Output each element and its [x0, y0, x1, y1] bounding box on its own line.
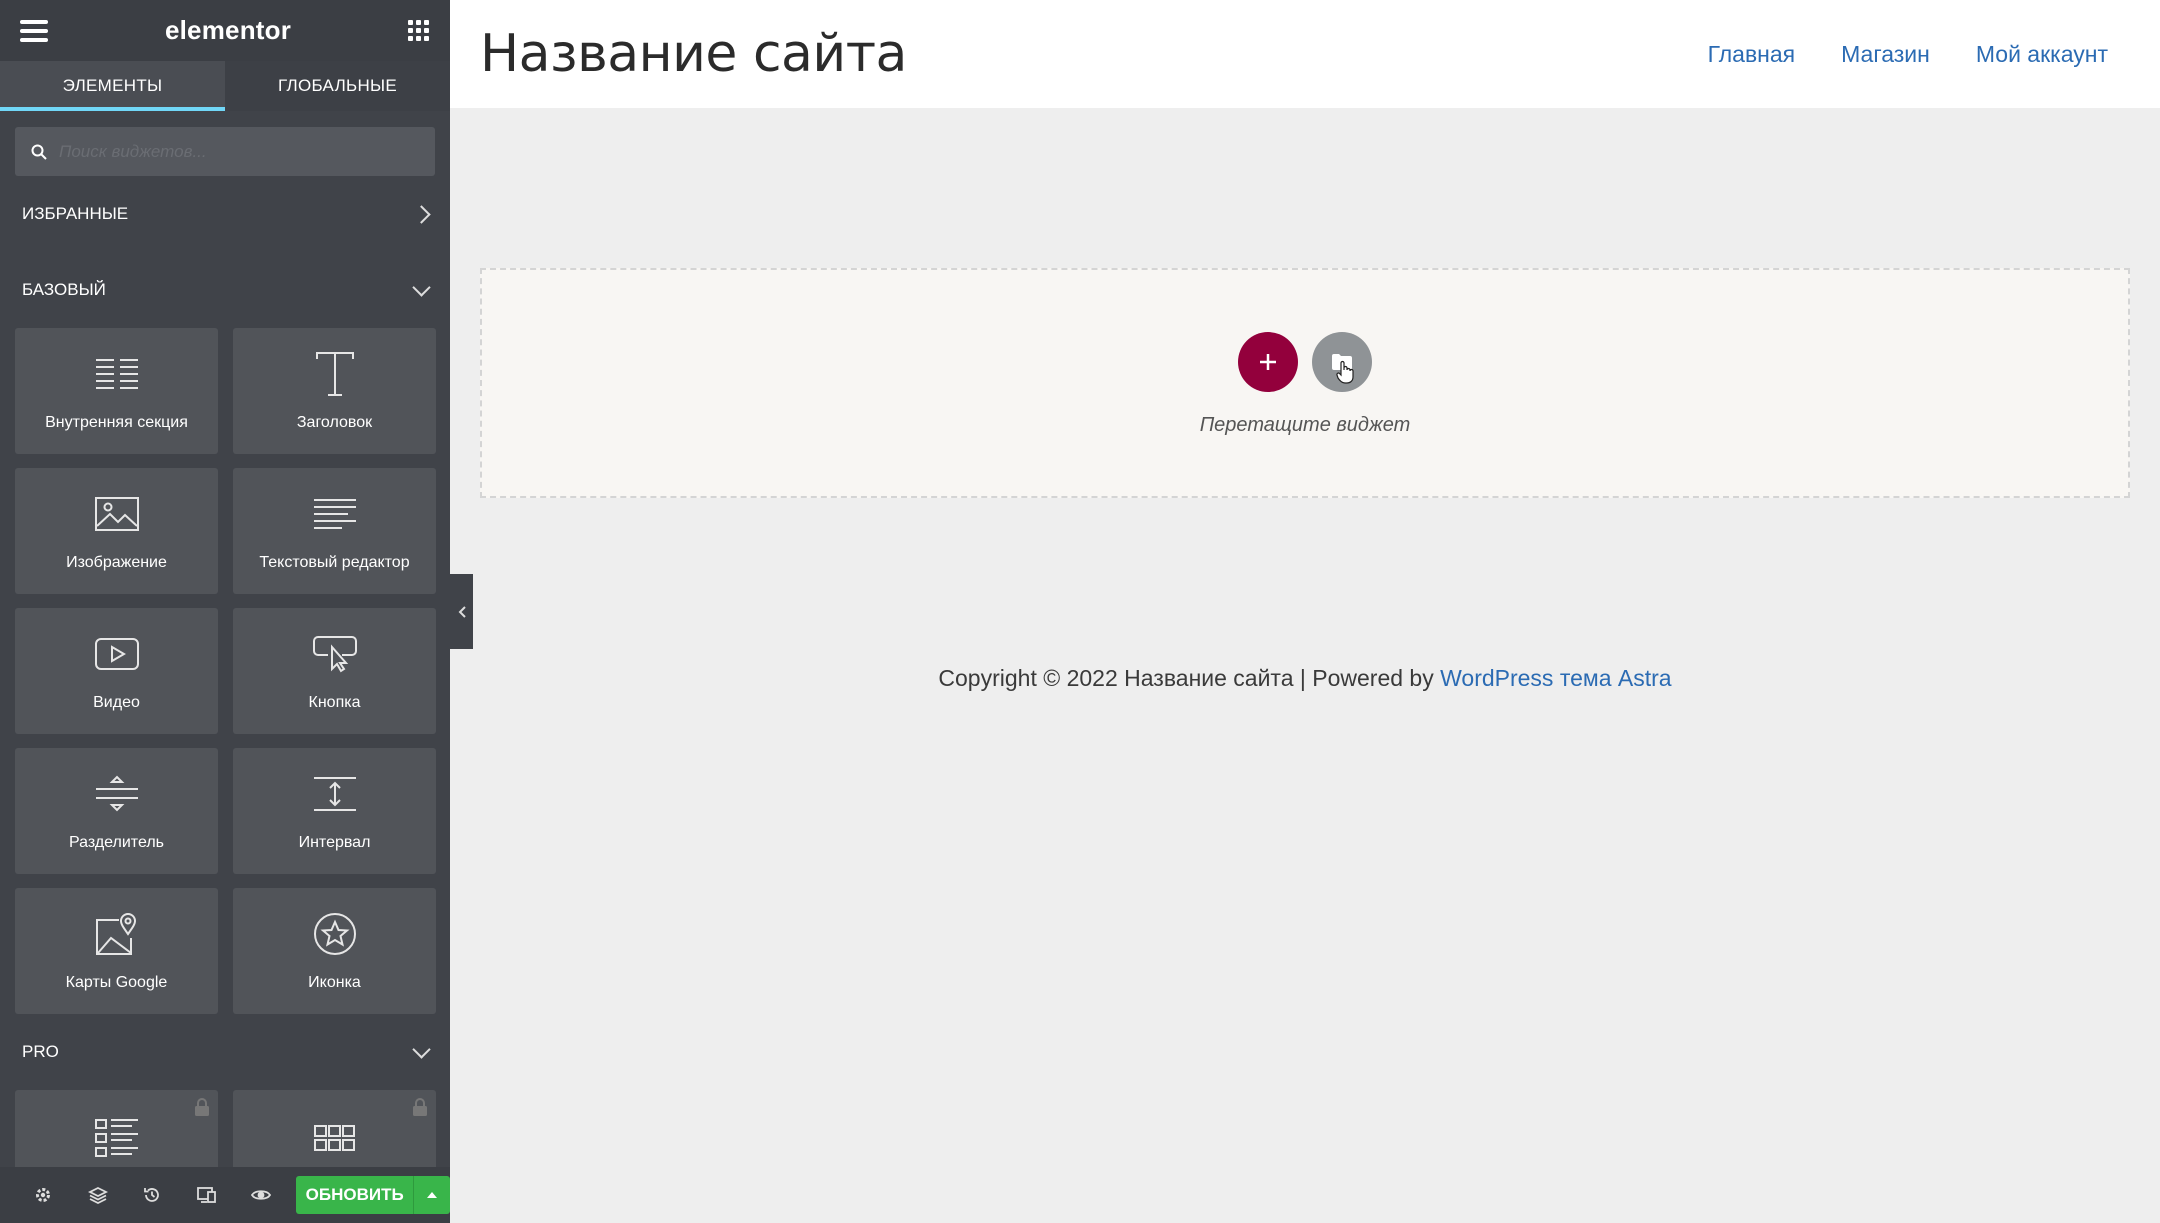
chevron-right-icon [412, 204, 431, 224]
plus-icon [1260, 354, 1276, 370]
inner-section-icon [94, 348, 140, 400]
widget-spacer[interactable]: Интервал [233, 748, 436, 874]
widget-label: Внутренняя секция [45, 414, 188, 431]
widget-heading[interactable]: Заголовок [233, 328, 436, 454]
widget-label: Кнопка [308, 694, 361, 711]
site-title[interactable]: Название сайта [480, 24, 907, 84]
section-pro[interactable]: PRO [0, 1014, 450, 1090]
posts-icon [94, 1110, 140, 1162]
widget-divider[interactable]: Разделитель [15, 748, 218, 874]
dropzone-buttons [1238, 332, 1372, 392]
tab-global[interactable]: ГЛОБАЛЬНЫЕ [225, 61, 450, 111]
chevron-down-icon [412, 277, 431, 297]
responsive-mode-icon[interactable] [179, 1167, 233, 1223]
chevron-left-icon [458, 605, 466, 618]
history-icon[interactable] [125, 1167, 179, 1223]
widget-inner-section[interactable]: Внутренняя секция [15, 328, 218, 454]
chevron-down-icon [412, 1039, 431, 1059]
elementor-panel: elementor ЭЛЕМЕНТЫ ГЛОБАЛЬНЫЕ ИЗБРАННЫЕ … [0, 0, 450, 1223]
navigator-layers-icon[interactable] [70, 1167, 124, 1223]
elementor-logo: elementor [164, 15, 292, 45]
widget-image[interactable]: Изображение [15, 468, 218, 594]
tab-elements[interactable]: ЭЛЕМЕНТЫ [0, 61, 225, 111]
section-basic[interactable]: БАЗОВЫЙ [0, 252, 450, 328]
lock-icon [195, 1098, 209, 1116]
section-pro-label: PRO [22, 1042, 59, 1061]
widget-label: Разделитель [68, 834, 164, 851]
widgets-grid-icon[interactable] [408, 19, 430, 42]
widget-icon[interactable]: Иконка [233, 888, 436, 1014]
search-icon [31, 144, 47, 160]
copyright-text: Copyright © 2022 Название сайта | Powere… [938, 665, 1441, 691]
section-favorites[interactable]: ИЗБРАННЫЕ [0, 176, 450, 252]
hand-cursor-icon [1336, 360, 1354, 384]
widget-label: Видео [93, 694, 140, 711]
search-input[interactable] [59, 141, 419, 162]
text-editor-icon [312, 488, 358, 540]
basic-widgets-grid: Внутренняя секция Заголовок Изображение [0, 328, 450, 1014]
divider-icon [94, 768, 140, 820]
site-footer-copyright: Copyright © 2022 Название сайта | Powere… [450, 665, 2160, 692]
heading-icon [315, 348, 355, 400]
menu-icon[interactable] [20, 19, 48, 42]
panel-footer: ОБНОВИТЬ [0, 1167, 450, 1223]
add-template-button[interactable] [1312, 332, 1372, 392]
widget-button[interactable]: Кнопка [233, 608, 436, 734]
widget-label: Заголовок [296, 414, 373, 431]
section-favorites-label: ИЗБРАННЫЕ [22, 204, 129, 223]
button-icon [312, 628, 358, 680]
save-options-caret-icon[interactable] [413, 1176, 450, 1214]
video-icon [94, 628, 140, 680]
update-button[interactable]: ОБНОВИТЬ [296, 1176, 414, 1214]
collapse-panel-handle[interactable] [450, 574, 473, 649]
add-section-dropzone[interactable]: Перетащите виджет [480, 268, 2130, 498]
drag-widget-hint: Перетащите виджет [1199, 414, 1411, 436]
preview-canvas: Название сайта Главная Магазин Мой аккау… [450, 0, 2160, 1223]
widget-label: Текстовый редактор [259, 554, 410, 571]
widget-video[interactable]: Видео [15, 608, 218, 734]
image-icon [94, 488, 140, 540]
portfolio-icon [313, 1110, 357, 1162]
spacer-icon [312, 768, 358, 820]
widget-label: Изображение [66, 554, 167, 571]
panel-header: elementor [0, 0, 450, 61]
search-box [15, 127, 435, 176]
nav-home-link[interactable]: Главная [1708, 41, 1796, 68]
theme-link[interactable]: WordPress тема Astra [1440, 665, 1671, 691]
widget-label: Карты Google [65, 974, 168, 991]
settings-gear-icon[interactable] [16, 1167, 70, 1223]
site-header: Название сайта Главная Магазин Мой аккау… [450, 0, 2160, 108]
preview-eye-icon[interactable] [234, 1167, 288, 1223]
add-section-button[interactable] [1238, 332, 1298, 392]
widget-label: Иконка [308, 974, 361, 991]
widget-google-maps[interactable]: Карты Google [15, 888, 218, 1014]
widget-label: Интервал [298, 834, 371, 851]
panel-tabs: ЭЛЕМЕНТЫ ГЛОБАЛЬНЫЕ [0, 61, 450, 111]
star-icon [313, 908, 357, 960]
nav-shop-link[interactable]: Магазин [1841, 41, 1930, 68]
widget-text-editor[interactable]: Текстовый редактор [233, 468, 436, 594]
site-nav: Главная Магазин Мой аккаунт [1708, 41, 2108, 68]
nav-account-link[interactable]: Мой аккаунт [1976, 41, 2108, 68]
section-basic-label: БАЗОВЫЙ [22, 280, 106, 299]
lock-icon [413, 1098, 427, 1116]
google-maps-icon [95, 908, 139, 960]
